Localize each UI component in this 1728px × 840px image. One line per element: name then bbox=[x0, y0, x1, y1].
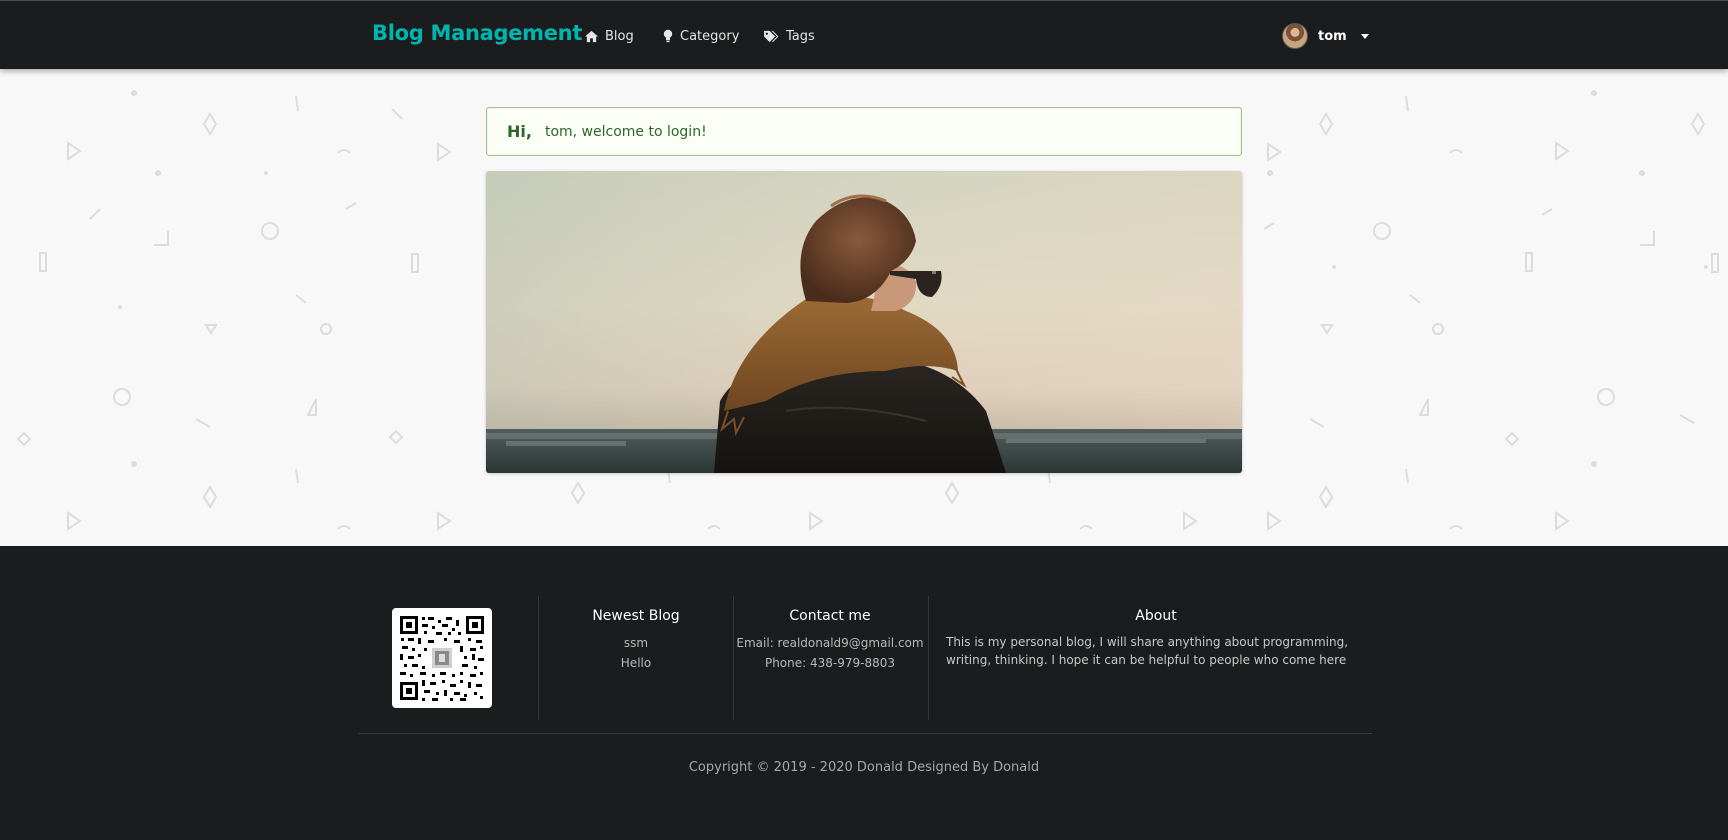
footer-separator bbox=[358, 733, 1372, 734]
top-navbar: Blog Management Blog Category Tags tom bbox=[0, 0, 1728, 69]
tags-icon bbox=[763, 30, 780, 43]
nav-item-blog[interactable]: Blog bbox=[584, 26, 634, 46]
newest-blog-item[interactable]: Hello bbox=[575, 653, 697, 673]
about-text-line: This is my personal blog, I will share a… bbox=[946, 635, 1349, 649]
about-text-line: writing, thinking. I hope it can be help… bbox=[946, 653, 1347, 667]
footer-divider bbox=[928, 596, 929, 720]
user-menu-dropdown[interactable]: tom bbox=[1282, 22, 1369, 50]
avatar bbox=[1282, 23, 1308, 49]
caret-down-icon bbox=[1360, 33, 1369, 39]
contact-title: Contact me bbox=[789, 608, 871, 624]
footer-divider bbox=[538, 596, 539, 720]
about-title: About bbox=[1135, 608, 1177, 624]
welcome-message: Hi, tom, welcome to login! bbox=[486, 107, 1242, 156]
welcome-text: tom, welcome to login! bbox=[544, 123, 707, 140]
person-with-scarf-photo bbox=[486, 171, 1242, 473]
contact-column: Contact me Email: realdonald9@gmail.com … bbox=[736, 608, 924, 673]
brand-title[interactable]: Blog Management bbox=[372, 21, 582, 45]
nav-item-category[interactable]: Category bbox=[662, 26, 739, 46]
newest-blog-item[interactable]: ssm bbox=[575, 633, 697, 653]
newest-blog-column: Newest Blog ssm Hello bbox=[575, 608, 697, 673]
nav-item-label: Tags bbox=[786, 28, 815, 44]
nav-item-label: Category bbox=[680, 28, 740, 44]
about-column: About This is my personal blog, I will s… bbox=[946, 608, 1366, 669]
qr-code-icon bbox=[398, 614, 486, 702]
qr-code bbox=[392, 608, 492, 708]
welcome-greeting: Hi, bbox=[507, 122, 532, 141]
contact-email: Email: realdonald9@gmail.com bbox=[736, 636, 924, 650]
contact-phone: Phone: 438-979-8803 bbox=[764, 656, 896, 670]
user-name: tom bbox=[1318, 28, 1347, 44]
copyright-text: Copyright © 2019 - 2020 Donald Designed … bbox=[688, 760, 1040, 775]
newest-blog-title: Newest Blog bbox=[592, 608, 680, 624]
nav-item-tags[interactable]: Tags bbox=[763, 26, 815, 46]
lightbulb-icon bbox=[662, 29, 674, 43]
home-icon bbox=[584, 30, 599, 43]
nav-item-label: Blog bbox=[605, 28, 634, 44]
hero-image bbox=[486, 171, 1242, 473]
footer-divider bbox=[733, 596, 734, 720]
main-content: Hi, tom, welcome to login! bbox=[0, 69, 1728, 546]
footer: Newest Blog ssm Hello Contact me Email: … bbox=[0, 546, 1728, 840]
